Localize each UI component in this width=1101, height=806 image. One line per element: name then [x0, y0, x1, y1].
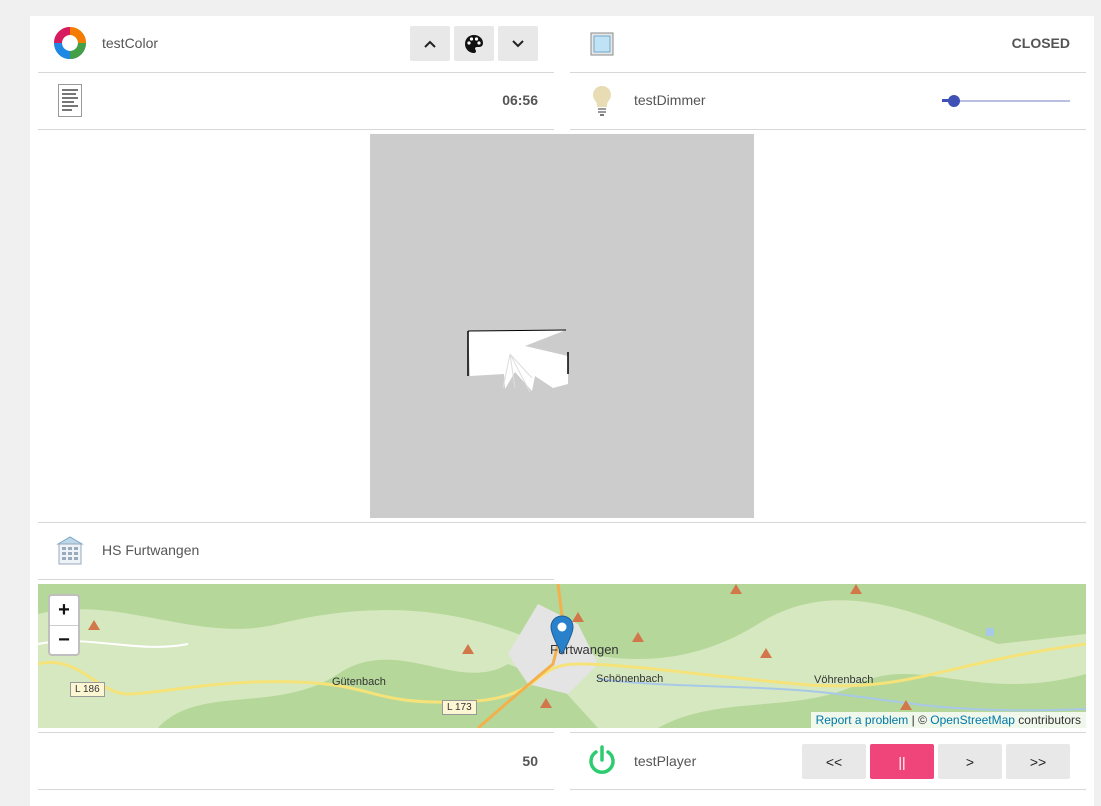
player-item-row: testPlayer << || > >>	[570, 733, 1086, 789]
zoom-out-button[interactable]: −	[50, 626, 78, 655]
location-map[interactable]: Furtwangen Schönenbach Gütenbach Vöhrenb…	[38, 584, 1086, 728]
dimmer-item-row: testDimmer	[570, 73, 1086, 129]
zoom-in-button[interactable]: +	[50, 596, 78, 626]
map-road-label: L 186	[70, 682, 105, 697]
color-picker-button[interactable]	[454, 26, 494, 61]
player-item-label: testPlayer	[634, 753, 697, 769]
color-increase-button[interactable]	[410, 26, 450, 61]
building-icon	[56, 536, 84, 565]
attribution-suffix: contributors	[1014, 713, 1081, 727]
window-icon	[590, 32, 614, 56]
map-marker-icon[interactable]	[550, 615, 574, 655]
divider	[570, 129, 1086, 130]
next-button[interactable]: >>	[1006, 744, 1070, 779]
datetime-value: 06:56	[502, 92, 538, 108]
attribution-separator: | ©	[908, 713, 931, 727]
contact-item-row: CLOSED	[570, 16, 1086, 72]
chevron-down-icon	[512, 39, 524, 47]
color-decrease-button[interactable]	[498, 26, 538, 61]
text-document-icon	[58, 84, 82, 117]
map-road-label: L 173	[442, 700, 477, 715]
divider	[38, 129, 554, 130]
color-wheel-icon	[54, 27, 86, 59]
previous-button[interactable]: <<	[802, 744, 866, 779]
pause-button[interactable]: ||	[870, 744, 934, 779]
palette-icon	[465, 34, 483, 53]
chevron-up-icon	[424, 40, 436, 48]
location-item-row: HS Furtwangen	[38, 523, 554, 579]
contact-state: CLOSED	[1011, 35, 1070, 51]
map-zoom-control: + −	[48, 594, 80, 656]
map-place-label: Vöhrenbach	[814, 674, 874, 686]
report-problem-link[interactable]: Report a problem	[816, 713, 909, 727]
map-place-label: Gütenbach	[332, 676, 386, 688]
number-value: 50	[522, 753, 538, 769]
dimmer-slider-thumb[interactable]	[947, 95, 960, 107]
color-item-row: testColor	[38, 16, 554, 72]
openstreetmap-link[interactable]: OpenStreetMap	[930, 713, 1015, 727]
map-attribution: Report a problem | © OpenStreetMap contr…	[810, 712, 1086, 728]
location-item-label: HS Furtwangen	[102, 542, 200, 558]
play-button[interactable]: >	[938, 744, 1002, 779]
color-item-label: testColor	[102, 35, 159, 51]
lightbulb-icon	[593, 86, 611, 116]
dimmer-item-label: testDimmer	[634, 92, 706, 108]
divider	[38, 579, 554, 580]
power-icon	[589, 745, 615, 774]
scan-map-image	[467, 329, 569, 393]
number-item-row: 50	[38, 733, 554, 789]
map-place-label: Schönenbach	[596, 673, 664, 685]
sitemap-panel: testColor CLOSED 06:56 testDimmer HS Fur…	[30, 16, 1094, 806]
dimmer-slider-track[interactable]	[942, 100, 1070, 102]
datetime-item-row: 06:56	[38, 73, 554, 129]
image-widget	[370, 134, 754, 518]
